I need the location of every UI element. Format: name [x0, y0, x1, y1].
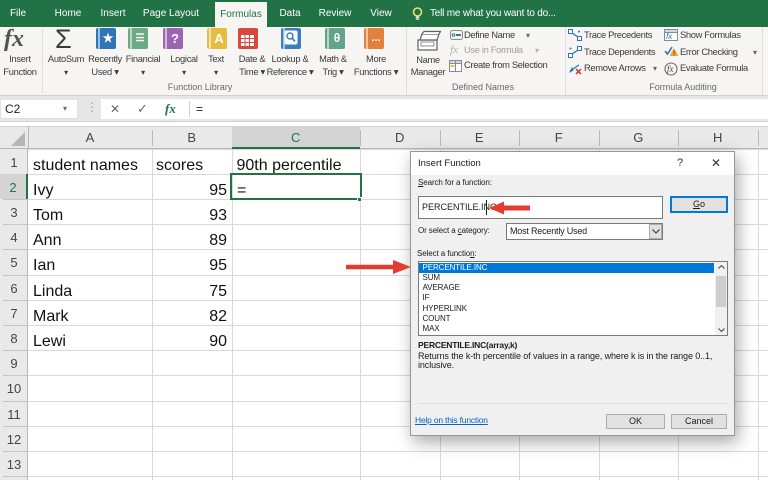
- svg-text:fx: fx: [667, 64, 674, 74]
- svg-text:fx: fx: [666, 32, 673, 41]
